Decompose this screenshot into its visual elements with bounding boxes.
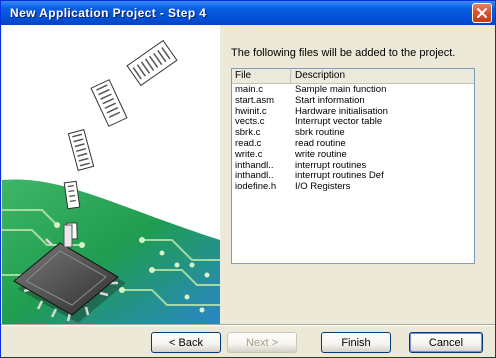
intro-text: The following files will be added to the… xyxy=(231,47,456,59)
list-item[interactable]: read.c read routine xyxy=(232,139,474,150)
list-item[interactable]: iodefine.h I/O Registers xyxy=(232,182,474,193)
file-name: hwinit.c xyxy=(235,106,267,117)
file-name: main.c xyxy=(235,85,263,95)
file-name: read.c xyxy=(235,138,262,149)
list-item[interactable]: sbrk.c sbrk routine xyxy=(232,128,474,139)
file-description: read routine xyxy=(295,138,346,149)
list-header: File Description xyxy=(232,69,474,84)
list-item[interactable]: start.asm Start information xyxy=(232,96,474,107)
window-title: New Application Project - Step 4 xyxy=(10,6,207,20)
column-header-description[interactable]: Description xyxy=(292,69,474,83)
column-header-file[interactable]: File xyxy=(232,69,291,83)
next-button[interactable]: Next > xyxy=(227,332,297,353)
list-item[interactable]: main.c Sample main function xyxy=(232,85,474,96)
list-rows: main.c Sample main function start.asm St… xyxy=(232,85,474,193)
file-description: Hardware initialisation xyxy=(295,106,388,117)
wizard-illustration xyxy=(2,25,220,325)
file-name: write.c xyxy=(235,149,263,160)
file-description: interrupt routines Def xyxy=(295,171,384,182)
back-button[interactable]: < Back xyxy=(151,332,221,353)
button-separator xyxy=(1,324,495,326)
file-name: sbrk.c xyxy=(235,128,261,139)
file-list[interactable]: File Description main.c Sample main func… xyxy=(231,68,475,264)
file-name: inthandl.. xyxy=(235,160,274,171)
list-item[interactable]: write.c write routine xyxy=(232,150,474,161)
title-bar[interactable]: New Application Project - Step 4 xyxy=(1,1,495,25)
file-description: interrupt routines xyxy=(295,160,367,171)
file-description: sbrk routine xyxy=(295,128,345,139)
list-item[interactable]: inthandl.. interrupt routines Def xyxy=(232,171,474,182)
file-description: I/O Registers xyxy=(295,182,351,193)
list-item[interactable]: hwinit.c Hardware initialisation xyxy=(232,107,474,118)
close-icon xyxy=(477,8,487,18)
list-item[interactable]: inthandl.. interrupt routines xyxy=(232,161,474,172)
file-name: iodefine.h xyxy=(235,182,277,193)
file-description: Interrupt vector table xyxy=(295,117,383,128)
wizard-window: New Application Project - Step 4 The fol… xyxy=(0,0,496,358)
close-button[interactable] xyxy=(472,3,492,23)
file-name: inthandl.. xyxy=(235,171,274,182)
file-description: Sample main function xyxy=(295,85,387,95)
cancel-button[interactable]: Cancel xyxy=(409,332,483,353)
file-name: vects.c xyxy=(235,117,265,128)
file-description: write routine xyxy=(295,149,347,160)
finish-button[interactable]: Finish xyxy=(321,332,391,353)
list-item[interactable]: vects.c Interrupt vector table xyxy=(232,117,474,128)
file-name: start.asm xyxy=(235,95,275,106)
file-description: Start information xyxy=(295,95,365,106)
